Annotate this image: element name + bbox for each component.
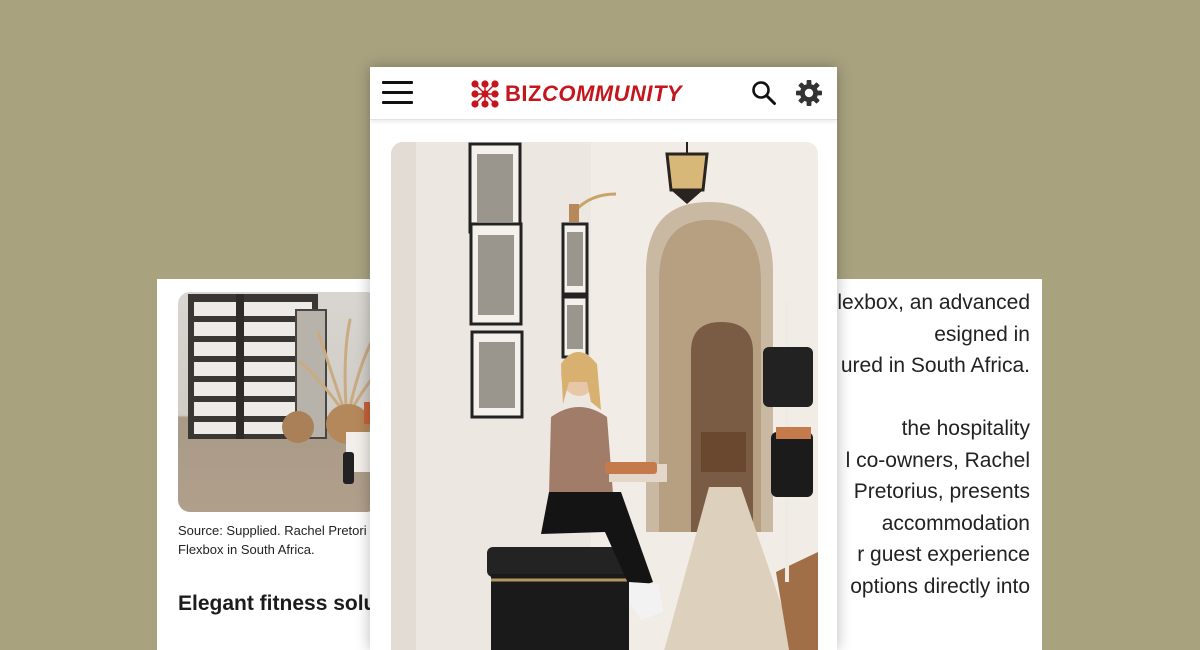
body-line: lexbox, an advanced: [837, 291, 1030, 314]
caption-line: Source: Supplied. Rachel Pretori: [178, 523, 367, 538]
article-photo-gym: [178, 292, 370, 512]
photo-caption: Source: Supplied. Rachel Pretori Flexbox…: [178, 521, 370, 559]
logo-text-biz: BIZ: [505, 81, 542, 106]
left-article-panel: Source: Supplied. Rachel Pretori Flexbox…: [157, 279, 370, 650]
body-line: ured in South Africa.: [840, 354, 1030, 377]
gear-icon[interactable]: [795, 79, 823, 107]
body-line: esigned in: [934, 322, 1030, 346]
logo-wordmark: BIZCOMMUNITY: [505, 81, 682, 107]
bizcommunity-logo[interactable]: BIZCOMMUNITY: [469, 77, 682, 111]
body-line: l co-owners, Rachel: [845, 448, 1030, 472]
app-header: BIZCOMMUNITY: [370, 67, 837, 120]
body-line: r guest experience: [857, 543, 1030, 566]
body-line: options directly into: [850, 574, 1030, 598]
hero-photo-hallway: [391, 142, 818, 650]
body-line: accommodation: [881, 511, 1030, 535]
search-icon[interactable]: [751, 80, 777, 106]
logo-text-community: COMMUNITY: [541, 81, 683, 106]
logo-mark-icon: [471, 80, 499, 108]
caption-line: Flexbox in South Africa.: [178, 542, 315, 557]
section-heading: Elegant fitness solu: [178, 592, 370, 615]
hamburger-menu-icon[interactable]: [382, 81, 413, 104]
body-line: the hospitality: [901, 417, 1030, 440]
article-body-text: lexbox, an advanced esigned in ured in S…: [837, 287, 1030, 602]
mobile-screen: BIZCOMMUNITY: [370, 67, 837, 650]
body-line: Pretorius, presents: [853, 480, 1030, 503]
right-article-panel: lexbox, an advanced esigned in ured in S…: [824, 279, 1042, 650]
